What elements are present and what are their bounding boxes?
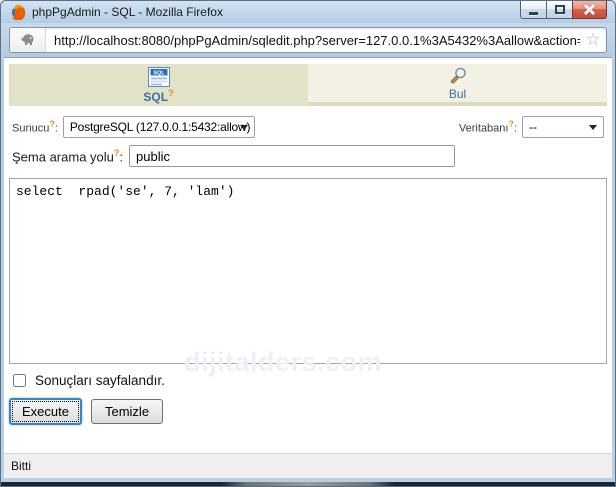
chevron-down-icon: [239, 125, 248, 130]
site-identity-button[interactable]: [10, 28, 46, 52]
url-input[interactable]: http://localhost:8080/phpPgAdmin/sqledit…: [46, 33, 580, 48]
schema-input[interactable]: [129, 145, 456, 167]
execute-button[interactable]: Execute: [9, 397, 82, 425]
close-icon: [583, 4, 596, 15]
bookmark-star-icon[interactable]: ☆: [580, 28, 606, 52]
sql-textarea[interactable]: select rpad('se', 7, 'lam'): [9, 178, 607, 364]
server-select[interactable]: PostgreSQL (127.0.0.1:5432:allow): [62, 116, 255, 138]
server-select-value: PostgreSQL (127.0.0.1:5432:allow): [69, 120, 251, 134]
database-label: Veritabanı?:: [458, 119, 517, 135]
minimize-button[interactable]: [520, 1, 547, 19]
firefox-window: phpPgAdmin - SQL - Mozilla Firefox http:…: [0, 0, 616, 487]
schema-label: Şema arama yolu?:: [12, 147, 124, 165]
magnifier-icon: [450, 67, 466, 83]
paginate-label: Sonuçları sayfalandır.: [35, 372, 165, 388]
tab-sql[interactable]: SQL SQL?: [9, 64, 308, 106]
address-bar[interactable]: http://localhost:8080/phpPgAdmin/sqledit…: [9, 27, 607, 53]
firefox-icon: [11, 4, 26, 20]
maximize-icon: [554, 5, 565, 14]
svg-text:SQL: SQL: [153, 70, 165, 76]
server-row: Sunucu?: PostgreSQL (127.0.0.1:5432:allo…: [12, 115, 604, 139]
clear-button[interactable]: Temizle: [90, 398, 164, 424]
status-text: Bitti: [11, 459, 32, 473]
database-select[interactable]: --: [522, 116, 604, 138]
tab-bar: SQL SQL? Bul: [9, 64, 607, 106]
tab-sql-label: SQL?: [143, 87, 174, 104]
tab-bul[interactable]: Bul: [308, 64, 607, 106]
tab-bul-label: Bul: [448, 86, 467, 101]
postgresql-elephant-icon: [20, 34, 33, 45]
window-controls: [520, 1, 607, 19]
button-row: Execute Temizle: [9, 397, 164, 425]
window-title: phpPgAdmin - SQL - Mozilla Firefox: [32, 5, 223, 19]
close-button[interactable]: [572, 1, 607, 19]
maximize-button[interactable]: [546, 1, 573, 19]
paginate-row: Sonuçları sayfalandır.: [13, 370, 165, 390]
sql-help-link[interactable]: ?: [168, 88, 174, 98]
schema-row: Şema arama yolu?:: [12, 143, 456, 169]
sql-document-icon: SQL: [147, 66, 170, 87]
database-select-value: --: [529, 120, 537, 134]
paginate-checkbox[interactable]: [13, 373, 26, 387]
navigation-bar: http://localhost:8080/phpPgAdmin/sqledit…: [1, 23, 615, 57]
status-bar: Bitti: [4, 453, 612, 478]
minimize-icon: [529, 11, 538, 15]
server-label: Sunucu?:: [12, 119, 58, 135]
chevron-down-icon: [589, 125, 597, 130]
page-content: SQL SQL? Bul Sunucu?: PostgreSQL (127.0.…: [4, 57, 612, 478]
